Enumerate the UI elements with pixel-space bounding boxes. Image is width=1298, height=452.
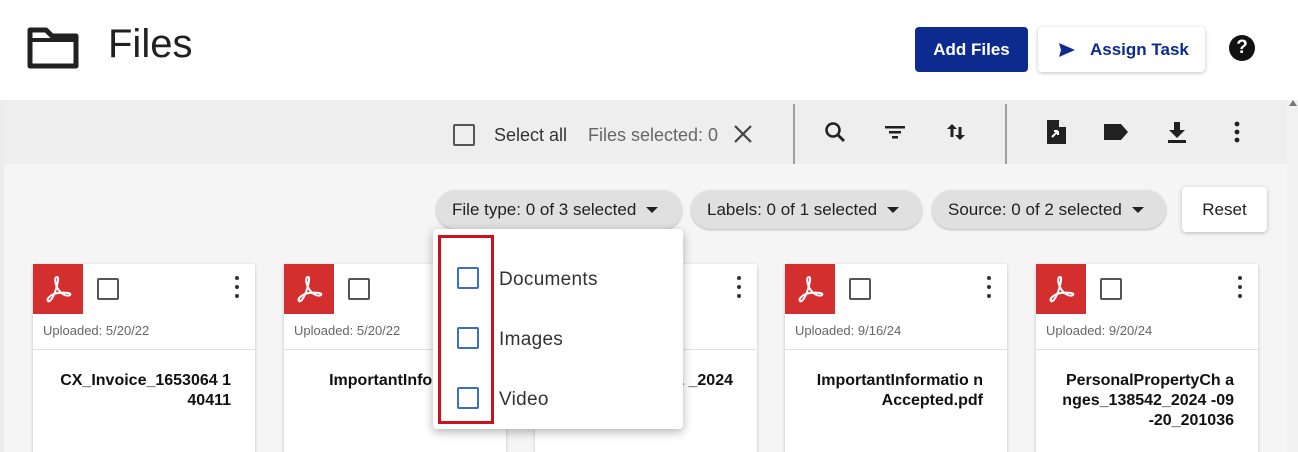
select-all-label[interactable]: Select all (494, 125, 567, 146)
page-title: Files (108, 22, 193, 66)
vertical-scrollbar[interactable] (1287, 100, 1298, 452)
help-icon[interactable]: ? (1229, 35, 1255, 61)
clear-selection-icon[interactable] (732, 121, 754, 145)
file-card[interactable]: Uploaded: 9/16/24 ImportantInformatio nA… (785, 264, 1007, 452)
file-name: ImportantInformatio nAccepted.pdf (816, 372, 983, 409)
file-upload-date: Uploaded: 9/16/24 (795, 323, 902, 338)
more-vert-icon[interactable] (731, 274, 747, 300)
file-card[interactable]: Uploaded: 5/20/22 CX_Invoice_1653064 140… (33, 264, 255, 452)
labels-filter-label: Labels: 0 of 1 selected (707, 199, 878, 219)
more-vert-icon[interactable] (981, 274, 997, 300)
file-type-filter-chip[interactable]: File type: 0 of 3 selected (436, 190, 682, 229)
file-name: PersonalPropertyCh anges_138542_2024 -09… (1062, 372, 1234, 429)
file-type-filter-label: File type: 0 of 3 selected (452, 199, 637, 219)
send-icon (1059, 42, 1075, 57)
source-filter-chip[interactable]: Source: 0 of 2 selected (932, 190, 1166, 229)
pdf-icon (785, 264, 835, 314)
chevron-down-icon (887, 206, 900, 213)
file-card-header: Uploaded: 9/16/24 (785, 264, 1007, 350)
file-move-icon[interactable] (1042, 118, 1070, 146)
source-filter-label: Source: 0 of 2 selected (948, 199, 1122, 219)
file-card-header: Uploaded: 5/20/22 (33, 264, 255, 350)
reset-button[interactable]: Reset (1182, 187, 1267, 232)
labels-filter-chip[interactable]: Labels: 0 of 1 selected (691, 190, 922, 229)
file-type-option-label[interactable]: Documents (499, 269, 598, 291)
chevron-down-icon (1131, 206, 1144, 213)
more-vert-icon[interactable] (229, 274, 245, 300)
pdf-icon (284, 264, 334, 314)
file-type-option-label[interactable]: Video (499, 389, 549, 411)
file-card[interactable]: Uploaded: 9/20/24 PersonalPropertyCh ang… (1036, 264, 1258, 452)
file-upload-date: Uploaded: 9/20/24 (1046, 323, 1153, 338)
more-vert-icon[interactable] (1223, 118, 1251, 146)
file-card-header: Uploaded: 9/20/24 (1036, 264, 1258, 350)
toolbar-divider (793, 104, 795, 164)
toolbar-divider (1005, 104, 1007, 164)
assign-task-label: Assign Task (1090, 39, 1189, 59)
sort-icon[interactable] (942, 118, 970, 146)
folder-icon (27, 27, 79, 69)
file-card-checkbox[interactable] (1100, 278, 1122, 300)
more-vert-icon[interactable] (1232, 274, 1248, 300)
file-card-checkbox[interactable] (348, 278, 370, 300)
checkbox-highlight-box (438, 235, 494, 424)
pdf-icon (1036, 264, 1086, 314)
files-selected-count: Files selected: 0 (588, 125, 719, 145)
file-upload-date: Uploaded: 5/20/22 (43, 323, 150, 338)
file-name: CX_Invoice_1653064 140411 (60, 372, 231, 409)
scroll-up-arrow-icon[interactable] (1289, 100, 1297, 106)
filter-icon[interactable] (881, 118, 909, 146)
select-all-checkbox[interactable] (453, 124, 475, 146)
label-icon[interactable] (1102, 118, 1130, 146)
pdf-icon (33, 264, 83, 314)
download-icon[interactable] (1163, 118, 1191, 146)
search-icon[interactable] (821, 118, 849, 146)
file-card-checkbox[interactable] (849, 278, 871, 300)
file-upload-date: Uploaded: 5/20/22 (294, 323, 401, 338)
chevron-down-icon (646, 206, 659, 213)
page-header: Files Add Files Assign Task ? (0, 0, 1298, 100)
add-files-button[interactable]: Add Files (915, 27, 1028, 72)
file-card-checkbox[interactable] (97, 278, 119, 300)
file-type-option-label[interactable]: Images (499, 329, 563, 351)
assign-task-button[interactable]: Assign Task (1038, 27, 1205, 72)
